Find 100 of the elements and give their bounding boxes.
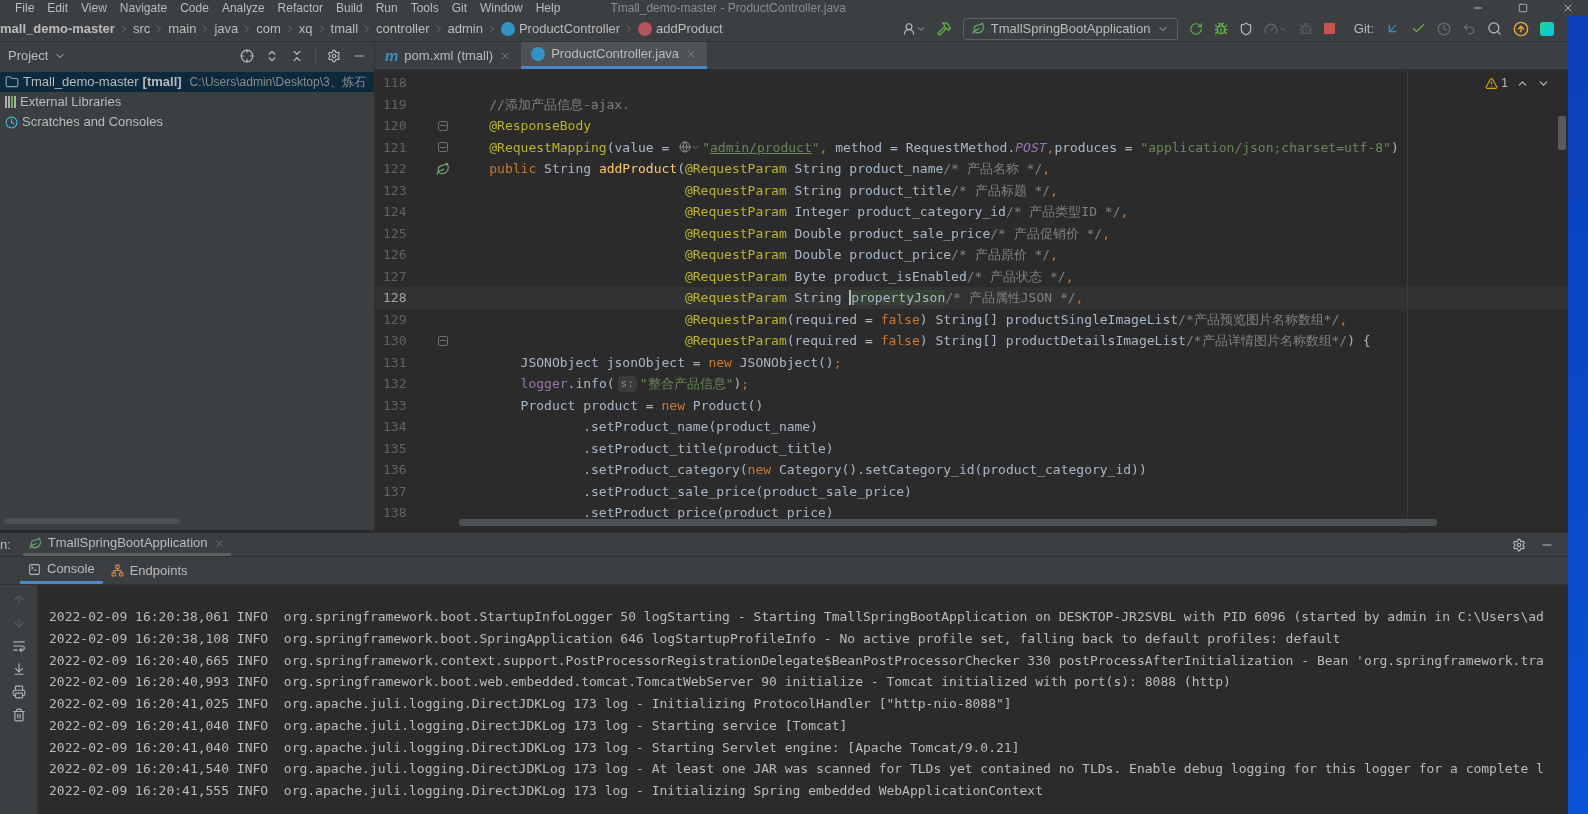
stop-icon[interactable] — [1323, 23, 1335, 34]
menu-item[interactable]: Analyze — [221, 1, 265, 15]
account-icon[interactable] — [901, 21, 926, 36]
menu-item[interactable]: Tools — [410, 1, 439, 15]
code-text: logger.info( — [520, 375, 615, 393]
fold-marker-icon[interactable] — [437, 335, 448, 346]
scrollbar[interactable] — [1558, 116, 1566, 150]
console-icon — [28, 562, 41, 576]
menu-item[interactable]: File — [15, 1, 35, 15]
settings-icon[interactable] — [327, 49, 341, 63]
maven-icon: m — [385, 48, 399, 63]
rerun-icon[interactable] — [1188, 21, 1203, 36]
line-number: 121 — [382, 138, 408, 157]
module-path: C:\Users\admin\Desktop\3、炼石 — [189, 74, 366, 91]
menu-item[interactable]: Refactor — [277, 1, 323, 15]
breadcrumb-item[interactable]: admin — [447, 18, 483, 39]
code-text: public String addProduct(@RequestParam String product_name/* 产品名称 */, — [489, 160, 1051, 178]
code-text: "admin/product", method = RequestMethod.POST,produces = "application/json;charset=utf-8") — [702, 138, 1399, 157]
profiler-icon[interactable] — [1263, 21, 1288, 36]
log-line: 2022-02-09 16:20:41,040 INFO org.apache.juli.logging.DirectJDKLog 173 log - Starting service [Tomcat] — [49, 716, 849, 735]
tree-item[interactable]: Scratches and Consoles — [0, 112, 374, 132]
settings-icon[interactable] — [1512, 537, 1526, 552]
menu-item[interactable]: Code — [180, 1, 209, 15]
ide-update-icon[interactable] — [1513, 20, 1529, 37]
git-label: Git: — [1353, 19, 1374, 38]
breadcrumb-item[interactable]: xq — [298, 18, 313, 39]
line-number: 131 — [382, 353, 408, 372]
code-text: .setProduct_title(product_title) — [583, 439, 834, 458]
code-text: .setProduct_category(new Category().setCategory_id(product_category_id)) — [583, 461, 1147, 479]
project-view-dropdown[interactable]: Project — [8, 46, 67, 66]
menu-item[interactable]: View — [81, 1, 107, 15]
maximize-icon[interactable] — [1518, 3, 1528, 13]
log-line: 2022-02-09 16:20:38,108 INFO org.springframework.boot.SpringApplication 646 logStartupProfileInfo - No active profile set, falling back to default profiles: default — [49, 629, 1342, 648]
menu-item[interactable]: Help — [535, 1, 561, 15]
hammer-icon[interactable] — [936, 21, 952, 36]
collapse-all-icon[interactable] — [290, 49, 304, 63]
breadcrumb-item[interactable]: src — [132, 18, 151, 39]
log-line: 2022-02-09 16:20:41,540 INFO org.apache.juli.logging.DirectJDKLog 173 log - At least one JAR was scanned for TLDs yet contained no TLDs. Enable debug logging for this logger for a complete l — [49, 760, 1545, 779]
menu-item[interactable]: Build — [335, 1, 363, 15]
menu-item[interactable]: Git — [451, 1, 467, 15]
log-line: 2022-02-09 16:20:40,993 INFO org.springframework.boot.web.embedded.tomcat.TomcatWebServer 90 initialize - Tomcat initialized with port(s): 8088 (http) — [49, 673, 1232, 692]
breadcrumb-item[interactable]: ProductController — [518, 18, 621, 39]
fold-marker-icon[interactable] — [437, 120, 448, 131]
code-text: JSONObject jsonObject = new JSONObject(); — [520, 353, 842, 372]
editor-tab[interactable]: m pom.xml (tmall) — [375, 42, 522, 69]
scroll-to-end-icon[interactable] — [11, 662, 26, 676]
line-number: 138 — [382, 504, 408, 522]
print-icon[interactable] — [11, 685, 26, 699]
menu-item[interactable]: Window — [480, 1, 523, 15]
debug-icon[interactable] — [1213, 21, 1228, 36]
breadcrumb-item[interactable]: mall_demo-master — [0, 18, 115, 39]
soft-wrap-icon[interactable] — [11, 639, 26, 653]
tree-item[interactable]: Tmall_demo-master [tmall] C:\Users\admin\Desktop\3、炼石 — [0, 72, 374, 92]
code-text: @RequestParam Double product_sale_price/* 产品促销价 */, — [684, 224, 1110, 243]
log-line: 2022-02-09 16:20:41,025 INFO org.apache.juli.logging.DirectJDKLog 173 log - Initializing ProtocolHandler ["http-nio-8088"] — [49, 695, 1013, 713]
breadcrumb-item[interactable]: tmall — [330, 18, 359, 39]
coverage-icon[interactable] — [1238, 21, 1253, 36]
warning-count[interactable]: 1 — [1501, 74, 1508, 92]
editor-tab[interactable]: ProductController.java — [521, 42, 708, 69]
warning-icon[interactable] — [1485, 76, 1499, 90]
line-number: 133 — [382, 396, 408, 415]
log-line: 2022-02-09 16:20:41,040 INFO org.apache.juli.logging.DirectJDKLog 173 log - Starting Servlet engine: [Apache Tomcat/9.0.21] — [49, 738, 1021, 757]
line-number: 122 — [382, 160, 408, 178]
line-number: 124 — [382, 203, 408, 221]
class-icon — [500, 21, 515, 36]
history-icon[interactable] — [1437, 21, 1451, 36]
parameter-hint: s: — [617, 375, 637, 392]
run-panel-label: n: — [0, 535, 11, 554]
scrollbar[interactable] — [459, 519, 1437, 526]
tree-item[interactable]: External Libraries — [0, 92, 374, 112]
breadcrumb-item[interactable]: controller — [376, 18, 430, 39]
breadcrumb-item[interactable]: com — [256, 18, 281, 39]
code-text: @RequestParam Double product_price/* 产品原价 */, — [684, 246, 1058, 264]
close-icon[interactable] — [1562, 2, 1574, 14]
line-number: 132 — [382, 375, 408, 393]
tree-item-label: External Libraries — [20, 93, 122, 112]
menu-item[interactable]: Navigate — [119, 1, 168, 15]
search-icon[interactable] — [1487, 21, 1502, 36]
code-text: "整合产品信息"); — [639, 375, 750, 393]
run-config-dropdown[interactable]: TmallSpringBootApplication — [962, 17, 1178, 40]
breadcrumb-item[interactable]: addProduct — [656, 18, 723, 39]
breadcrumb-item[interactable]: java — [214, 18, 239, 39]
line-number: 123 — [382, 181, 408, 200]
fold-marker-icon[interactable] — [437, 142, 448, 153]
code-text: .setProduct_name(product_name) — [583, 418, 819, 436]
rollback-icon[interactable] — [1462, 21, 1476, 36]
menu-item[interactable]: Run — [375, 1, 398, 15]
spring-bean-icon[interactable] — [435, 161, 450, 176]
breadcrumb-item[interactable]: main — [168, 18, 197, 39]
log-line: 2022-02-09 16:20:38,061 INFO org.springframework.boot.StartupInfoLogger 50 logStarting - Starting TmallSpringBootApplication on DESKTOP-JR2SVBL with PID 6096 (started by admin in C:\Users\ad — [49, 608, 1545, 626]
close-icon[interactable] — [213, 537, 225, 549]
code-text: @RequestMapping(value = — [489, 138, 671, 157]
line-number: 137 — [382, 482, 408, 501]
spring-leaf-icon — [971, 22, 985, 35]
globe-inlay-icon[interactable] — [679, 141, 701, 154]
console-tab[interactable]: Endpoints — [102, 557, 196, 584]
log-line: 2022-02-09 16:20:41,555 INFO org.apache.juli.logging.DirectJDKLog 173 log - Initializing Spring embedded WebApplicationContext — [49, 782, 1044, 800]
clear-icon[interactable] — [11, 708, 26, 722]
menu-item[interactable]: Edit — [47, 1, 69, 15]
locate-icon[interactable] — [240, 49, 254, 63]
